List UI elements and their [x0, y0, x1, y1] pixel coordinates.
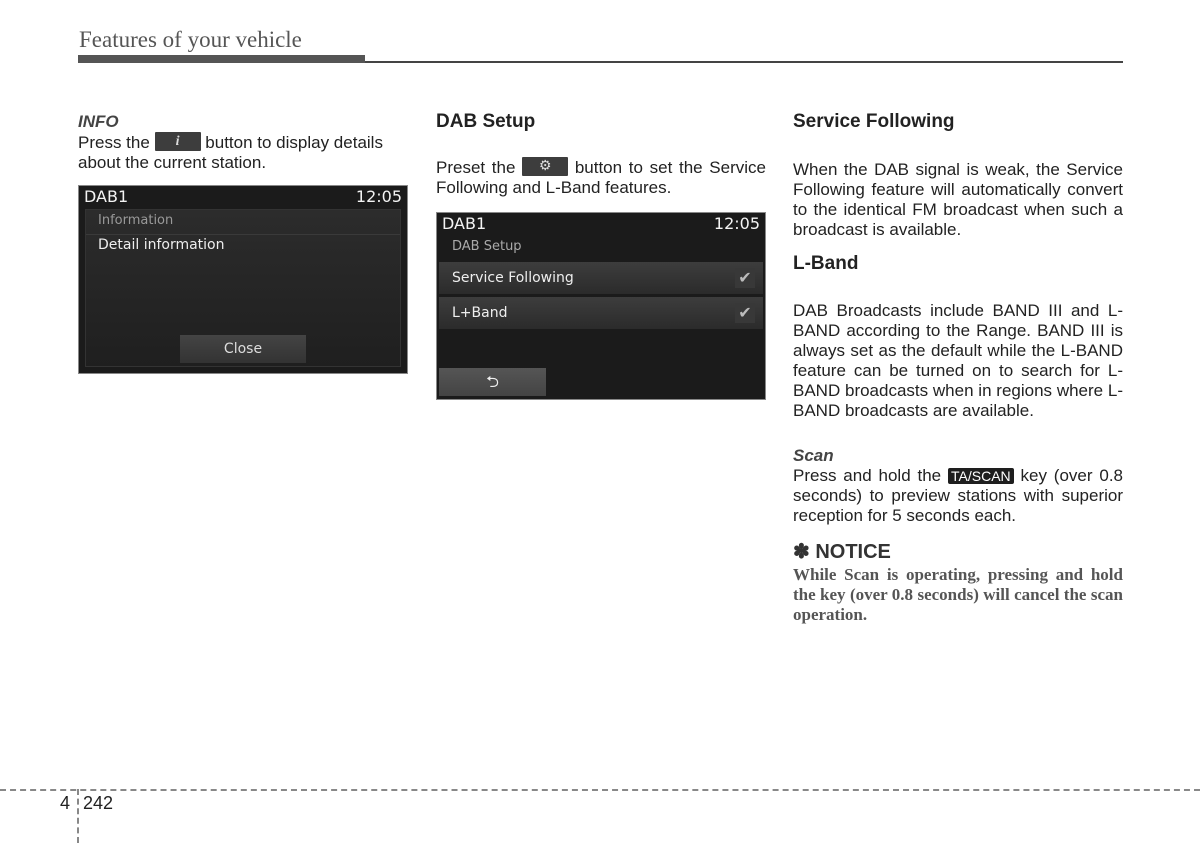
dab-setup-paragraph: Preset the ⚙ button to set the Service F…	[436, 157, 766, 198]
column-info: INFO Press the i button to display detai…	[78, 112, 408, 173]
column-dab-setup: DAB Setup Preset the ⚙ button to set the…	[436, 112, 766, 198]
chapter-number: 4	[60, 793, 71, 813]
option-label: L+Band	[452, 305, 508, 321]
panel-title: DAB Setup	[452, 239, 522, 254]
dab-setup-screen: DAB1 12:05 DAB Setup Service Following ✔…	[436, 212, 766, 400]
page-number: 242	[83, 793, 114, 813]
station-label: DAB1	[442, 214, 487, 233]
screen-topbar: DAB1 12:05	[79, 186, 407, 208]
checkbox-icon[interactable]: ✔	[735, 303, 755, 323]
option-label: Service Following	[452, 270, 574, 286]
dab-text-before: Preset the	[436, 158, 516, 177]
ta-scan-key: TA/SCAN	[948, 467, 1014, 484]
column-service-following: Service Following When the DAB signal is…	[793, 112, 1123, 625]
l-band-heading: L-Band	[793, 253, 859, 274]
notice-text: While Scan is operating, pressing and ho…	[793, 565, 1123, 624]
notice-heading: ✽ NOTICE	[793, 541, 891, 563]
dab-setup-heading: DAB Setup	[436, 111, 536, 132]
option-service-following[interactable]: Service Following ✔	[439, 262, 763, 294]
option-l-band[interactable]: L+Band ✔	[439, 297, 763, 329]
panel-title: Information	[98, 213, 174, 228]
info-screen: DAB1 12:05 Information Detail informatio…	[78, 185, 408, 374]
header-rule	[365, 61, 1123, 63]
clock: 12:05	[355, 187, 402, 206]
scan-paragraph: Press and hold the TA/SCAN key (over 0.8…	[793, 466, 1123, 526]
panel-divider	[86, 234, 400, 235]
gear-icon: ⚙	[522, 157, 569, 177]
close-button[interactable]: Close	[180, 335, 306, 363]
header-bar	[78, 55, 365, 63]
checkbox-icon[interactable]: ✔	[735, 268, 755, 288]
footer-rule	[0, 789, 1200, 791]
station-label: DAB1	[84, 187, 129, 206]
clock: 12:05	[713, 214, 760, 233]
detail-information[interactable]: Detail information	[98, 237, 225, 253]
info-icon: i	[154, 132, 201, 152]
service-following-heading: Service Following	[793, 111, 955, 132]
page-header-title: Features of your vehicle	[79, 27, 302, 52]
back-button[interactable]: ⮌	[439, 368, 546, 396]
service-following-paragraph: When the DAB signal is weak, the Service…	[793, 160, 1123, 239]
scan-subheading: Scan	[793, 446, 834, 465]
scan-text-before: Press and hold the	[793, 466, 942, 485]
back-arrow-icon: ⮌	[486, 372, 499, 391]
info-panel: Information Detail information Close	[85, 209, 401, 367]
l-band-paragraph: DAB Broadcasts include BAND III and L-BA…	[793, 301, 1123, 420]
info-paragraph: Press the i button to display details ab…	[78, 132, 408, 173]
info-text-before: Press the	[78, 133, 150, 152]
footer-divider	[77, 789, 79, 843]
screen-topbar: DAB1 12:05	[437, 213, 765, 235]
info-subheading: INFO	[78, 112, 119, 131]
